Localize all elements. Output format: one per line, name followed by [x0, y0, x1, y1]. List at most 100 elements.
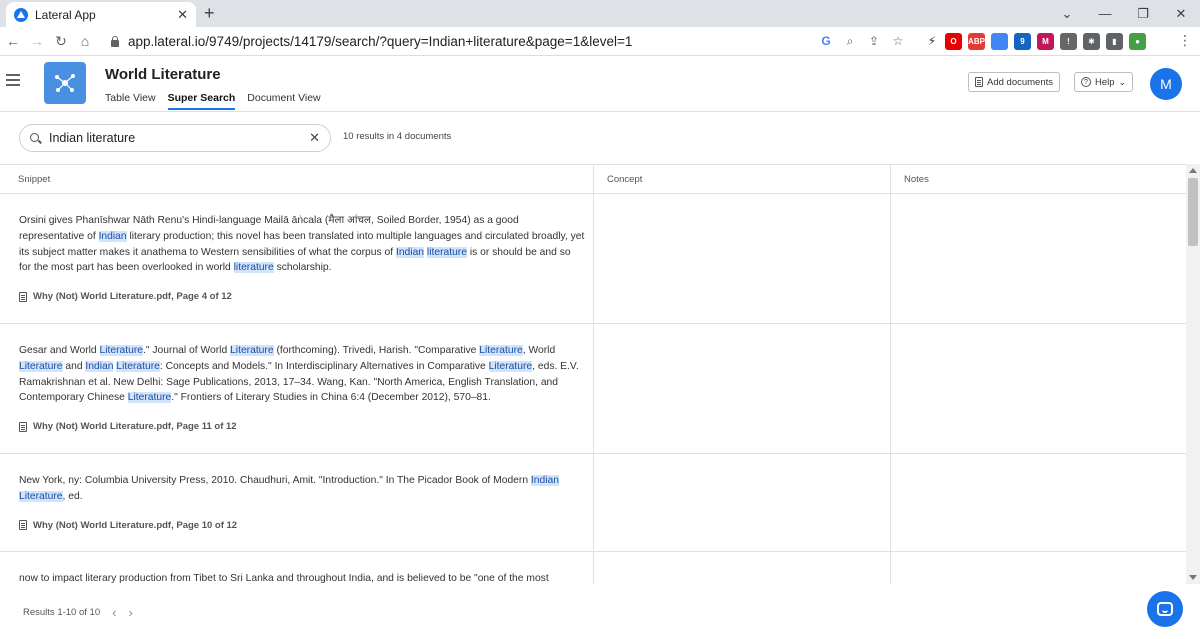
snippet-text: Gesar and World Literature." Journal of … — [19, 343, 585, 406]
avatar[interactable]: M — [1150, 68, 1182, 100]
scroll-down-icon[interactable] — [1189, 575, 1197, 580]
window-controls: ⌄ — ❐ ✕ — [1048, 0, 1200, 27]
results-table: Snippet Concept Notes Orsini gives Phanī… — [0, 164, 1186, 584]
browser-tab[interactable]: Lateral App ✕ — [6, 2, 196, 27]
pagination: Results 1-10 of 10 ‹ › — [23, 605, 133, 620]
highlighted-term: Literature — [230, 345, 274, 356]
notes-cell[interactable] — [890, 552, 1186, 584]
google-icon[interactable]: G — [818, 34, 834, 48]
table-row: Orsini gives Phanīshwar Nāth Renu's Hind… — [0, 194, 1186, 324]
tab-document-view[interactable]: Document View — [247, 92, 320, 110]
snippet-segment: scholarship. — [273, 262, 332, 274]
hamburger-menu-icon[interactable] — [6, 74, 20, 86]
snippet-segment: : Concepts and Models." In Interdiscipli… — [159, 360, 489, 372]
notes-cell[interactable] — [890, 324, 1186, 453]
snippet-segment: , ed. — [62, 490, 83, 502]
profile-extension-icon[interactable]: ● — [1129, 32, 1146, 50]
snippet-segment: now to impact literary production from T… — [19, 573, 549, 584]
ext-blue-extension-icon[interactable]: 9 — [1014, 32, 1031, 50]
tab-title: Lateral App — [35, 7, 96, 22]
back-icon[interactable]: ← — [2, 33, 24, 49]
search-input[interactable] — [49, 131, 310, 145]
scroll-up-icon[interactable] — [1189, 168, 1197, 173]
app-header: World Literature Table View Super Search… — [0, 56, 1200, 112]
concept-cell[interactable] — [593, 194, 890, 323]
tab-table-view[interactable]: Table View — [105, 92, 156, 110]
save-extension-icon[interactable]: ! — [1060, 32, 1077, 50]
source-link[interactable]: Why (Not) World Literature.pdf, Page 4 o… — [19, 291, 585, 302]
source-link[interactable]: Why (Not) World Literature.pdf, Page 11 … — [19, 421, 585, 432]
source-link[interactable]: Why (Not) World Literature.pdf, Page 10 … — [19, 520, 585, 531]
minimize-icon[interactable]: — — [1086, 6, 1124, 21]
next-page-icon[interactable]: › — [128, 605, 132, 620]
abp-extension-icon[interactable]: ABP — [968, 32, 985, 50]
extension-icons: ⚡ O ABP 9 M! ✱ ▮ ● — [925, 30, 1146, 52]
search-box: ✕ — [19, 124, 331, 152]
concept-cell[interactable] — [593, 552, 890, 584]
project-title: World Literature — [105, 66, 221, 83]
snippet-cell: now to impact literary production from T… — [0, 552, 593, 584]
table-body: Orsini gives Phanīshwar Nāth Renu's Hind… — [0, 194, 1186, 584]
zoom-icon[interactable]: ⌕ — [842, 34, 858, 49]
highlighted-term: Literature — [488, 360, 533, 372]
address-bar[interactable]: app.lateral.io/9749/projects/14179/searc… — [110, 30, 920, 52]
source-label: Why (Not) World Literature.pdf, Page 4 o… — [33, 291, 232, 303]
add-documents-button[interactable]: Add documents — [968, 72, 1061, 92]
chat-support-button[interactable] — [1147, 591, 1183, 627]
table-row: Gesar and World Literature." Journal of … — [0, 324, 1186, 454]
lateral-logo[interactable] — [44, 62, 86, 104]
help-button[interactable]: ? Help ⌄ — [1074, 72, 1134, 92]
highlighted-term: Literature — [479, 345, 523, 356]
close-window-icon[interactable]: ✕ — [1162, 6, 1200, 22]
bookmark-star-icon[interactable]: ☆ — [890, 34, 906, 48]
reload-icon[interactable]: ↻ — [50, 33, 72, 50]
opera-extension-icon[interactable]: O — [945, 32, 962, 50]
column-header-concept: Concept — [593, 165, 890, 193]
source-label: Why (Not) World Literature.pdf, Page 10 … — [33, 519, 238, 531]
lightning-icon[interactable]: ⚡ — [925, 34, 939, 48]
tab-search-icon[interactable]: ⌄ — [1048, 6, 1086, 22]
scrollbar-thumb[interactable] — [1188, 178, 1198, 246]
snippet-segment: , World — [522, 345, 556, 356]
network-icon — [55, 74, 75, 92]
highlighted-term: Indian — [395, 246, 425, 258]
notes-cell[interactable] — [890, 194, 1186, 323]
menu-kebab-icon[interactable]: ⋮ — [1178, 32, 1192, 49]
concept-cell[interactable] — [593, 454, 890, 551]
share-icon[interactable]: ⇪ — [866, 34, 882, 48]
previous-page-icon[interactable]: ‹ — [112, 605, 116, 620]
puzzle-extension-icon[interactable]: ✱ — [1083, 32, 1100, 50]
home-icon[interactable]: ⌂ — [74, 33, 96, 49]
snippet-text: now to impact literary production from T… — [19, 571, 585, 584]
snippet-cell: Orsini gives Phanīshwar Nāth Renu's Hind… — [0, 194, 593, 323]
highlighted-term: Indian — [85, 360, 114, 372]
chat-icon — [1157, 602, 1173, 616]
table-scrollbar[interactable] — [1186, 164, 1200, 584]
concept-cell[interactable] — [593, 324, 890, 453]
column-header-snippet: Snippet — [18, 174, 51, 185]
search-icon — [30, 132, 41, 144]
lateral-favicon-icon — [14, 7, 28, 22]
document-icon — [19, 520, 27, 531]
snippet-segment: and — [62, 360, 86, 372]
forward-icon[interactable]: → — [26, 33, 48, 49]
clear-search-icon[interactable]: ✕ — [309, 130, 320, 146]
snippet-text: New York, ny: Columbia University Press,… — [19, 473, 585, 505]
restore-icon[interactable]: ❐ — [1124, 6, 1162, 22]
sidebar-extension-icon[interactable]: ▮ — [1106, 32, 1123, 50]
url-text[interactable]: app.lateral.io/9749/projects/14179/searc… — [128, 34, 632, 49]
add-documents-label: Add documents — [987, 76, 1054, 88]
snippet-text: Orsini gives Phanīshwar Nāth Renu's Hind… — [19, 213, 585, 276]
doc-extension-icon[interactable] — [991, 32, 1008, 50]
highlighted-term: literature — [426, 246, 467, 258]
books-extension-icon[interactable]: M — [1037, 32, 1054, 50]
close-tab-icon[interactable]: ✕ — [177, 7, 188, 23]
pagination-label: Results 1-10 of 10 — [23, 607, 101, 618]
new-tab-icon[interactable]: + — [204, 3, 215, 23]
document-icon — [19, 421, 27, 432]
highlighted-term: Literature — [19, 490, 63, 502]
notes-cell[interactable] — [890, 454, 1186, 551]
omnibox-actions: G ⌕ ⇪ ☆ — [818, 30, 906, 52]
source-label: Why (Not) World Literature.pdf, Page 11 … — [33, 421, 237, 433]
tab-super-search[interactable]: Super Search — [167, 92, 236, 110]
